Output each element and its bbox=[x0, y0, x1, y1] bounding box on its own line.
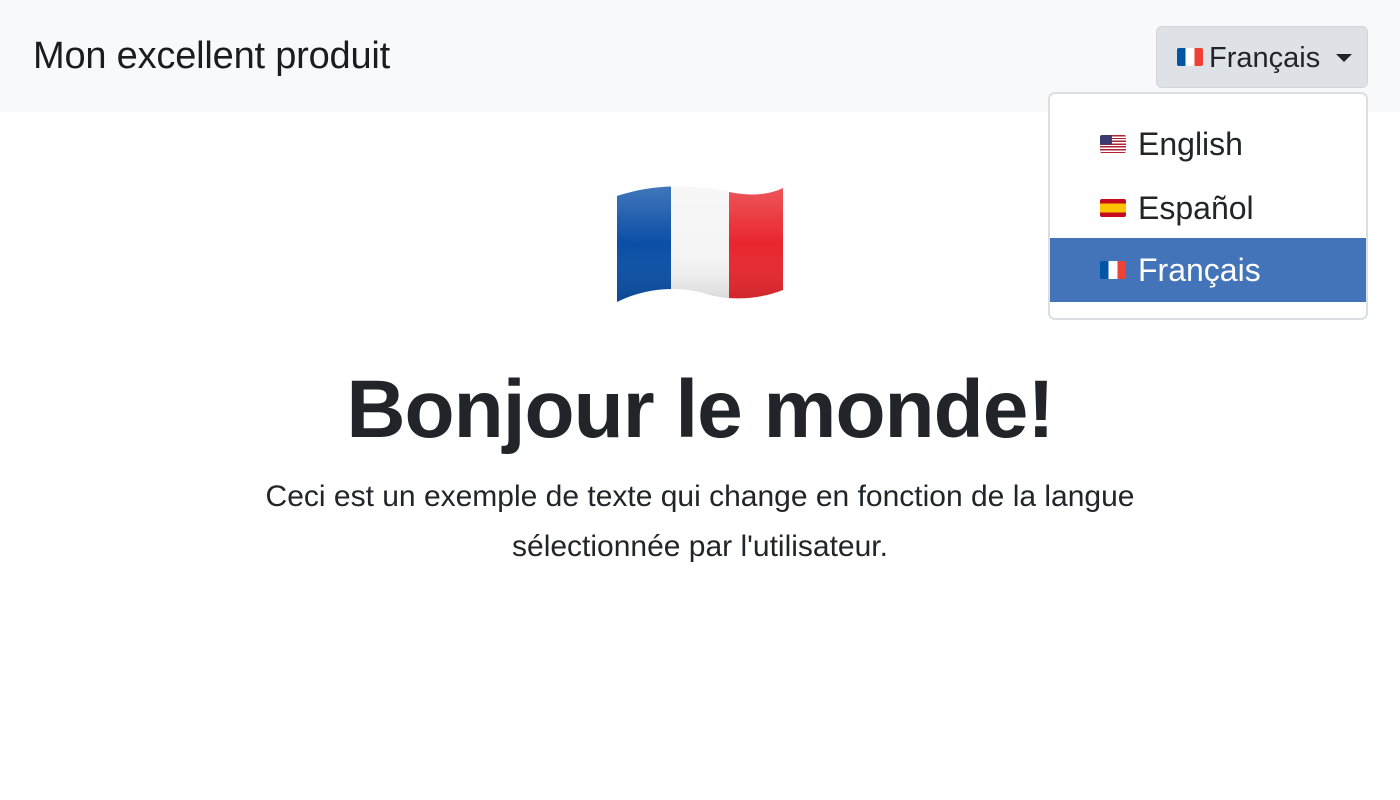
language-dropdown-toggle[interactable]: Français bbox=[1156, 26, 1368, 88]
brand-title[interactable]: Mon excellent produit bbox=[33, 33, 390, 79]
language-option-label: English bbox=[1138, 126, 1243, 162]
flag-usa-icon bbox=[1100, 135, 1126, 153]
flag-france-icon bbox=[1100, 261, 1126, 279]
language-option-spanish[interactable]: Español bbox=[1050, 176, 1366, 240]
flag-france-icon bbox=[1177, 48, 1203, 66]
caret-down-icon bbox=[1336, 54, 1352, 62]
flag-france-icon bbox=[617, 186, 783, 302]
language-option-french[interactable]: Français bbox=[1050, 238, 1366, 302]
language-option-label: Français bbox=[1138, 252, 1261, 288]
page-title: Bonjour le monde! bbox=[346, 364, 1054, 455]
language-option-english[interactable]: English bbox=[1050, 112, 1366, 176]
intro-text: Ceci est un exemple de texte qui change … bbox=[265, 480, 1135, 563]
language-toggle-label: Français bbox=[1209, 42, 1321, 74]
flag-spain-icon bbox=[1100, 199, 1126, 217]
language-menu: English Español Français bbox=[1048, 92, 1368, 320]
language-option-label: Español bbox=[1138, 190, 1254, 226]
